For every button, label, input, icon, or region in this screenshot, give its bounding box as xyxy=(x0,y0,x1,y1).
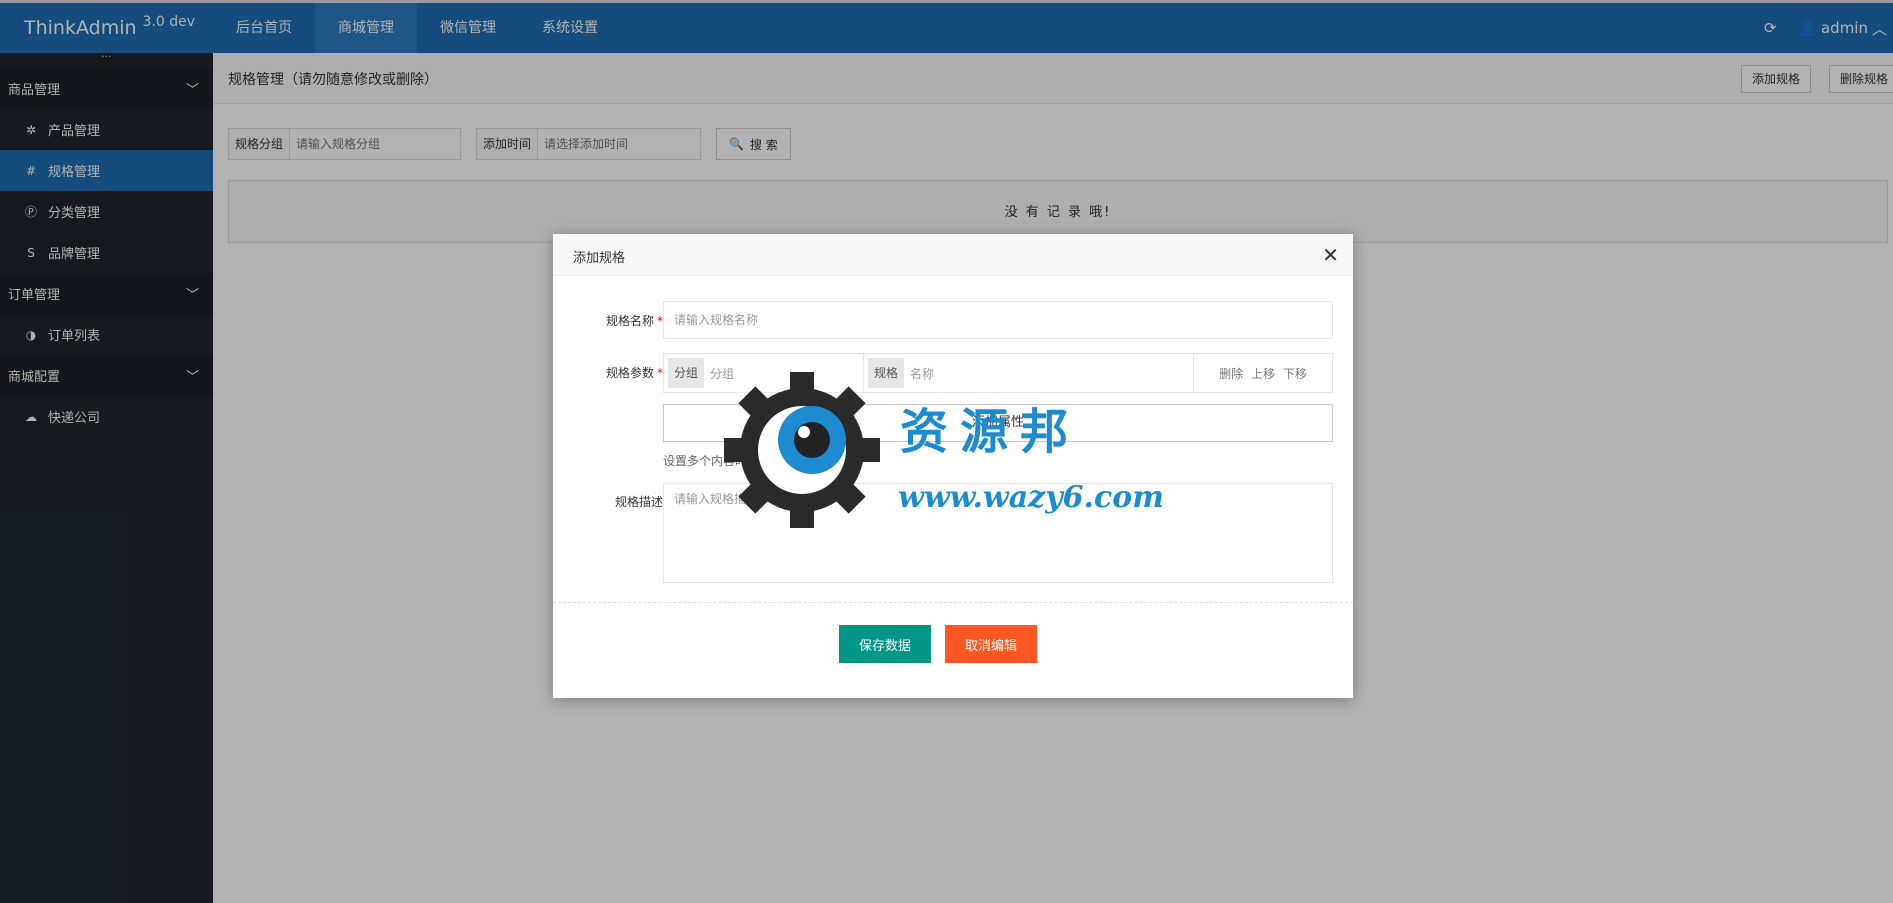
move-up-link[interactable]: 上移 xyxy=(1251,367,1275,381)
watermark-url: www.wazy6.com xyxy=(898,480,1164,515)
modal-header: 添加规格 ✕ xyxy=(553,234,1353,276)
desc-label: 规格描述 xyxy=(614,495,663,509)
watermark: 资源邦 www.wazy6.com xyxy=(722,370,1182,535)
modal-title: 添加规格 xyxy=(573,251,626,266)
close-icon[interactable]: ✕ xyxy=(1322,243,1339,267)
delete-link[interactable]: 删除 xyxy=(1219,367,1243,381)
watermark-text-cn: 资源邦 xyxy=(900,404,1081,460)
cancel-button[interactable]: 取消编辑 xyxy=(945,625,1037,663)
name-label: 规格名称 * xyxy=(583,312,663,329)
spec-name-input[interactable]: 请输入规格名称 xyxy=(663,301,1333,339)
params-label: 规格参数 * xyxy=(583,364,663,381)
save-button[interactable]: 保存数据 xyxy=(839,625,931,663)
spec-actions: 删除 上移 下移 xyxy=(1194,365,1332,382)
group-tag: 分组 xyxy=(668,358,705,388)
form-divider xyxy=(553,602,1353,603)
params-label-text: 规格参数 xyxy=(605,366,654,380)
name-label-text: 规格名称 xyxy=(605,314,654,328)
move-down-link[interactable]: 下移 xyxy=(1283,367,1307,381)
gear-eye-logo-icon xyxy=(724,372,880,528)
